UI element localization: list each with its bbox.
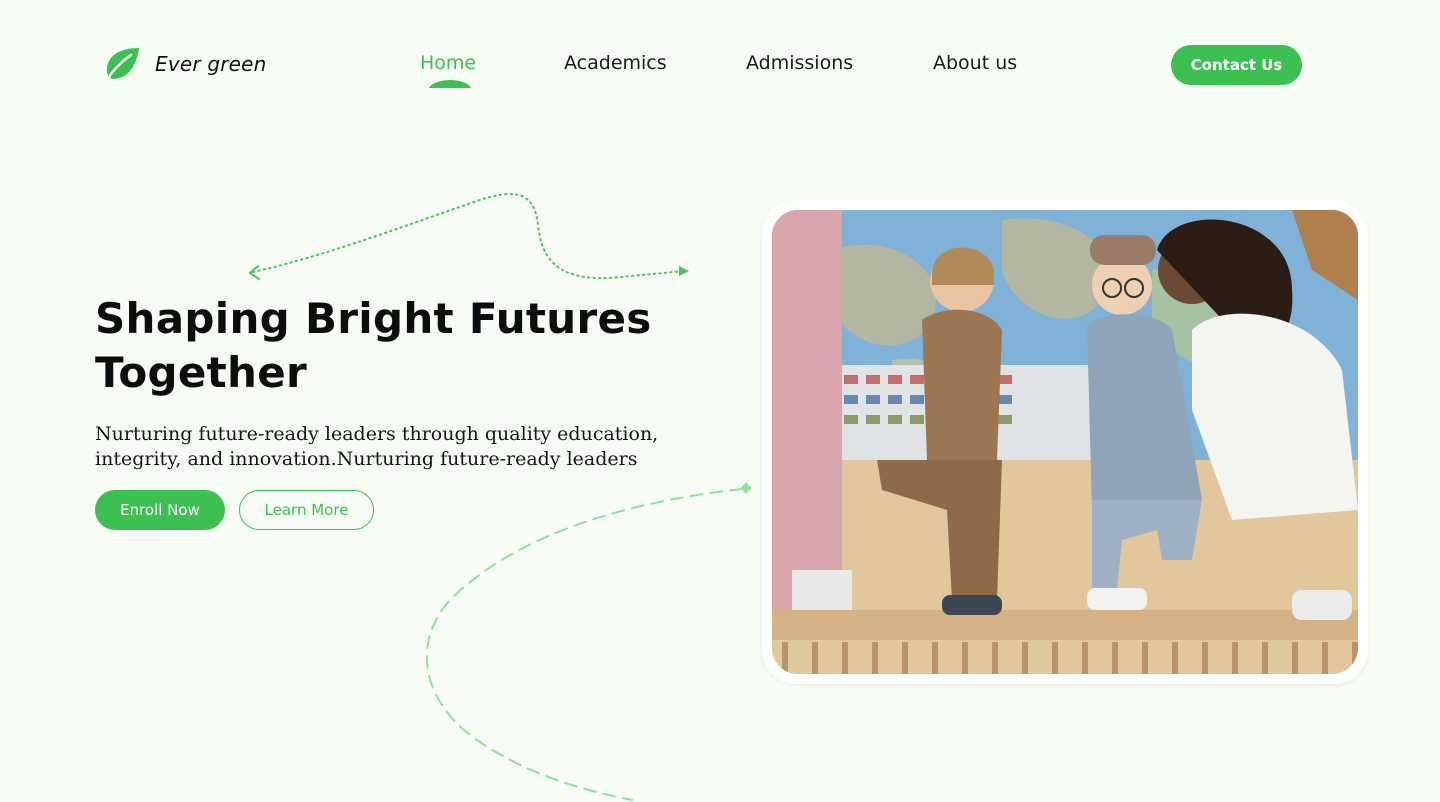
- arrow-head-right: [679, 266, 689, 276]
- nav-item-about-us[interactable]: About us: [933, 52, 1017, 74]
- hero-subtitle: Nurturing future-ready leaders through q…: [95, 422, 695, 472]
- arrow-head-left: [248, 265, 260, 280]
- hero-title: Shaping Bright Futures Together: [95, 292, 715, 400]
- hero-subtitle-line2: integrity, and innovation.Nurturing futu…: [95, 448, 638, 470]
- nav-item-admissions[interactable]: Admissions: [746, 52, 853, 74]
- dashed-swoosh: [425, 488, 743, 801]
- dotted-arrow-curve: [252, 193, 685, 280]
- hero-subtitle-line1: Nurturing future-ready leaders through q…: [95, 423, 659, 445]
- children-at-world-map-photo: [772, 210, 1358, 674]
- hero-photo: [772, 210, 1358, 674]
- hero-title-line1: Shaping Bright Futures: [95, 294, 652, 343]
- hero-photo-frame: [762, 200, 1368, 684]
- enroll-now-button[interactable]: Enroll Now: [95, 490, 225, 530]
- hero-title-line2: Together: [95, 348, 308, 397]
- active-nav-indicator: [428, 80, 472, 88]
- nav-item-academics[interactable]: Academics: [564, 52, 667, 74]
- learn-more-button[interactable]: Learn More: [239, 490, 374, 530]
- contact-us-button[interactable]: Contact Us: [1171, 45, 1302, 85]
- nav-item-home[interactable]: Home: [420, 52, 476, 74]
- diamond-marker: [740, 482, 752, 494]
